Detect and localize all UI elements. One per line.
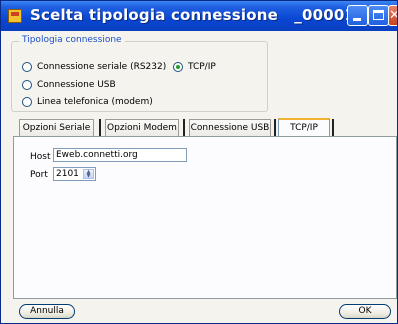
dialog-window: Scelta tipologia connessione _000011 ✕ T… (0, 0, 398, 324)
maximize-button[interactable] (368, 5, 389, 26)
radio-serial-label: Connessione seriale (RS232) (37, 62, 167, 72)
close-icon: ✕ (389, 8, 397, 23)
tab-divider (99, 119, 101, 136)
port-value: 2101 (56, 169, 79, 179)
radio-modem-label: Linea telefonica (modem) (37, 97, 153, 107)
port-label: Port (30, 170, 48, 180)
window-title: Scelta tipologia connessione _000011 (30, 6, 366, 24)
port-spinner[interactable]: ▲ ▼ (83, 169, 94, 179)
tab-divider (183, 119, 185, 136)
port-input[interactable]: 2101 ▲ ▼ (53, 167, 96, 181)
close-button[interactable]: ✕ (388, 5, 397, 26)
radio-tcpip[interactable]: TCP/IP (173, 62, 216, 73)
radio-button-selected-icon[interactable] (173, 62, 183, 72)
tab-divider (332, 119, 334, 136)
tab-opzioni-modem[interactable]: Opzioni Modem (105, 119, 179, 136)
radio-tcpip-label: TCP/IP (188, 62, 216, 72)
connection-type-group: Tipologia connessione Connessione serial… (11, 35, 268, 112)
radio-button-icon[interactable] (22, 80, 32, 90)
radio-button-icon[interactable] (22, 97, 32, 107)
maximize-icon (373, 10, 384, 20)
radio-serial[interactable]: Connessione seriale (RS232) (22, 62, 166, 73)
spin-down-icon[interactable]: ▼ (84, 174, 93, 179)
radio-button-icon[interactable] (22, 62, 32, 72)
radio-usb[interactable]: Connessione USB (22, 80, 116, 91)
tab-opzioni-seriale[interactable]: Opzioni Seriale (19, 119, 94, 136)
ok-button[interactable]: OK (339, 304, 391, 319)
tcpip-panel: Host Eweb.connetti.org Port 2101 ▲ ▼ (13, 136, 397, 299)
app-icon[interactable] (8, 9, 22, 23)
title-bar[interactable]: Scelta tipologia connessione _000011 ✕ (1, 1, 397, 31)
host-input[interactable]: Eweb.connetti.org (53, 148, 187, 162)
tab-divider (274, 119, 276, 136)
tab-tcpip[interactable]: TCP/IP (278, 118, 330, 137)
minimize-button[interactable] (347, 5, 368, 26)
radio-modem[interactable]: Linea telefonica (modem) (22, 97, 153, 108)
group-title: Tipologia connessione (19, 35, 125, 45)
radio-usb-label: Connessione USB (37, 80, 116, 90)
tab-connessione-usb[interactable]: Connessione USB (189, 119, 271, 136)
host-label: Host (30, 152, 51, 162)
minimize-icon (353, 18, 361, 21)
cancel-button[interactable]: Annulla (19, 304, 75, 319)
